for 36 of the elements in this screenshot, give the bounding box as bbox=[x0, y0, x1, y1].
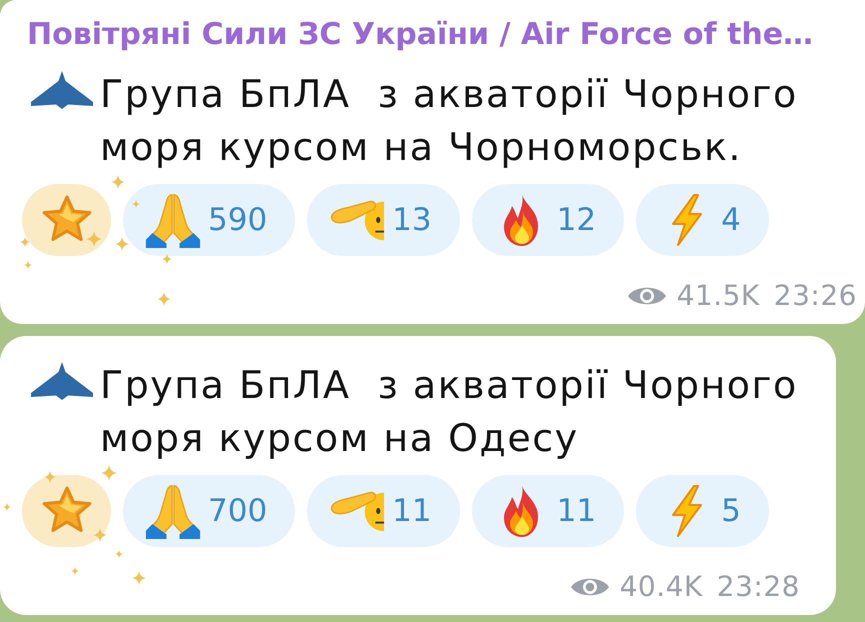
reaction-button[interactable]: 13 bbox=[307, 184, 460, 256]
reaction-button[interactable]: 590 bbox=[123, 184, 296, 256]
view-count: 40.4K bbox=[620, 570, 703, 604]
praying-hands-icon bbox=[145, 192, 201, 248]
sparkle-icon bbox=[132, 571, 146, 585]
channel-name[interactable]: Повітряні Сили ЗС України / Air Force of the… bbox=[22, 14, 814, 56]
drone-icon bbox=[30, 362, 94, 400]
star-reaction-button[interactable] bbox=[22, 184, 111, 256]
message-text: Група БпЛА з акваторії Чорного моря курсом на Одесу bbox=[100, 362, 799, 462]
sparkle-icon bbox=[157, 292, 171, 306]
reaction-button[interactable]: 11 bbox=[307, 475, 460, 547]
sparkle-icon bbox=[132, 200, 140, 208]
sparkle-icon bbox=[162, 254, 172, 264]
sparkle-icon bbox=[101, 465, 117, 481]
sparkle-icon bbox=[44, 471, 56, 483]
reaction-button[interactable]: 12 bbox=[472, 184, 624, 256]
sparkle-icon bbox=[24, 261, 32, 269]
reaction-button[interactable]: 5 bbox=[636, 475, 769, 547]
message-time: 23:28 bbox=[716, 570, 800, 604]
sparkle-icon bbox=[3, 503, 11, 511]
sparkle-icon bbox=[115, 550, 123, 558]
message-time: 23:26 bbox=[774, 279, 857, 313]
sparkle-icon bbox=[71, 567, 79, 575]
praying-hands-icon bbox=[145, 483, 201, 539]
sparkle-icon bbox=[20, 237, 30, 247]
star-reaction-button[interactable] bbox=[22, 475, 111, 547]
message-text: Група БпЛА з акваторії Чорного моря курсом на Чорноморськ. bbox=[100, 71, 799, 171]
drone-icon bbox=[30, 71, 94, 109]
sparkle-icon bbox=[93, 528, 107, 542]
reaction-button[interactable]: 11 bbox=[472, 475, 624, 547]
reaction-button[interactable]: 700 bbox=[123, 475, 296, 547]
reaction-button[interactable]: 4 bbox=[636, 184, 769, 256]
sparkle-icon bbox=[115, 237, 129, 251]
sparkle-icon bbox=[86, 231, 102, 247]
sparkle-icon bbox=[111, 175, 125, 189]
view-count: 41.5K bbox=[676, 279, 760, 313]
